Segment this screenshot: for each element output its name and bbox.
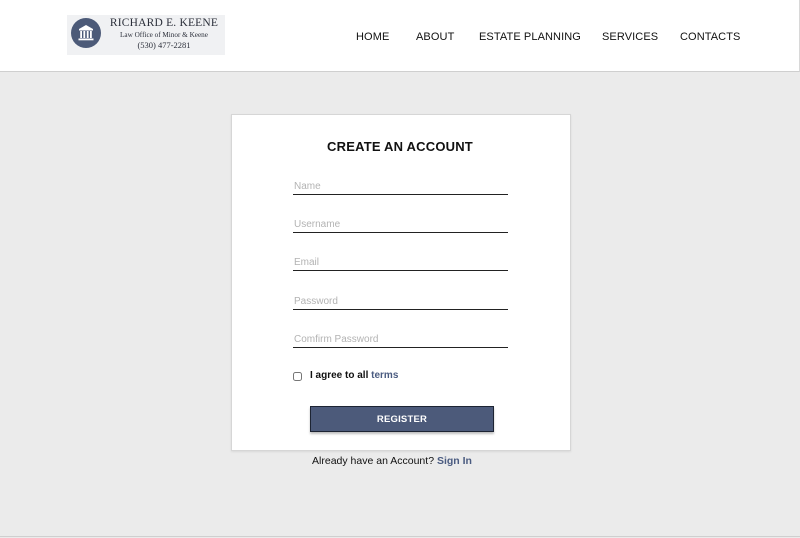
logo-phone: (530) 477-2281 xyxy=(137,39,191,50)
register-card xyxy=(231,114,571,451)
terms-link[interactable]: terms xyxy=(371,370,398,381)
signin-link[interactable]: Sign In xyxy=(437,455,472,467)
page-bottom-divider xyxy=(0,536,800,537)
form-title: CREATE AN ACCOUNT xyxy=(327,139,473,154)
terms-label: I agree to all terms xyxy=(310,370,398,381)
signin-prompt: Already have an Account? Sign In xyxy=(0,455,784,467)
site-header: RICHARD E. KEENE Law Office of Minor & K… xyxy=(0,0,800,72)
password-field[interactable] xyxy=(293,294,508,310)
nav-about[interactable]: ABOUT xyxy=(416,31,454,43)
nav-home[interactable]: HOME xyxy=(356,31,389,43)
terms-checkbox[interactable] xyxy=(293,372,302,381)
username-field[interactable] xyxy=(293,217,508,233)
logo-subtitle: Law Office of Minor & Keene xyxy=(120,30,208,39)
signin-prompt-text: Already have an Account? xyxy=(312,455,435,467)
name-field[interactable] xyxy=(293,179,508,195)
register-button[interactable]: REGISTER xyxy=(310,406,494,432)
nav-estate-planning[interactable]: ESTATE PLANNING xyxy=(479,31,581,43)
confirm-password-field[interactable] xyxy=(293,332,508,348)
logo-name: RICHARD E. KEENE xyxy=(109,17,219,29)
courthouse-icon xyxy=(71,18,101,48)
nav-services[interactable]: SERVICES xyxy=(602,31,658,43)
email-field[interactable] xyxy=(293,255,508,271)
logo[interactable]: RICHARD E. KEENE Law Office of Minor & K… xyxy=(67,15,225,55)
nav-contacts[interactable]: CONTACTS xyxy=(680,31,740,43)
logo-text: RICHARD E. KEENE Law Office of Minor & K… xyxy=(104,17,224,50)
terms-label-text: I agree to all xyxy=(310,370,369,381)
